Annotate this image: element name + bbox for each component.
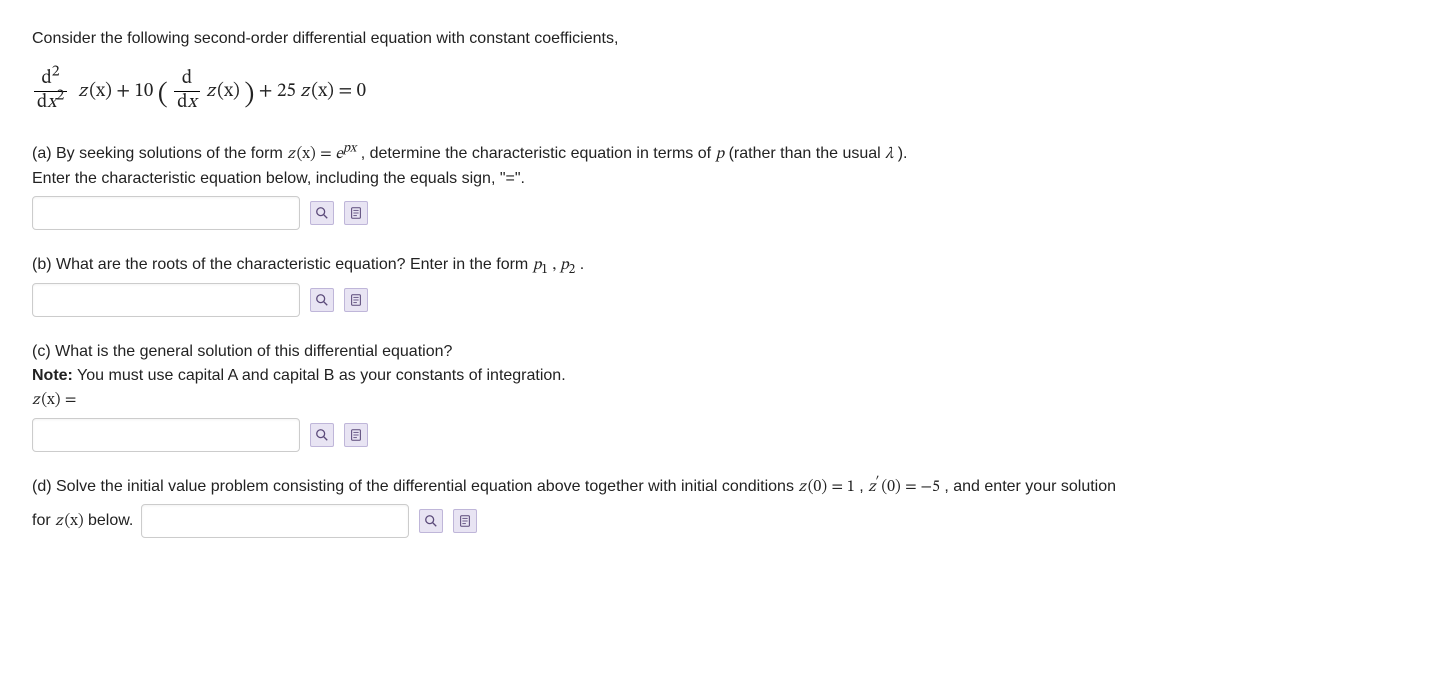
part-d-line2: for z (x) below.	[32, 504, 1424, 538]
part-c-prompt-line1: (c) What is the general solution of this…	[32, 341, 1424, 363]
part-b-input[interactable]	[32, 283, 300, 317]
part-d-prompt: (d) Solve the initial value problem cons…	[32, 476, 1424, 498]
help-icon[interactable]	[453, 509, 477, 533]
preview-icon[interactable]	[310, 288, 334, 312]
help-icon[interactable]	[344, 288, 368, 312]
part-b-answer-row	[32, 283, 1424, 317]
part-a-prompt: (a) By seeking solutions of the form z (…	[32, 143, 1424, 165]
help-icon[interactable]	[344, 423, 368, 447]
part-c-input[interactable]	[32, 418, 300, 452]
part-c-note: Note: You must use capital A and capital…	[32, 365, 1424, 387]
part-c-lhs: z (x) =	[32, 389, 1424, 411]
part-d-input[interactable]	[141, 504, 409, 538]
differential-equation: d2 dx2 z (x) + 10 ( d dx z (x) ) + 25 z …	[32, 68, 1424, 115]
part-a-answer-row	[32, 196, 1424, 230]
intro-span: Consider the following second-order diff…	[32, 30, 618, 47]
preview-icon[interactable]	[310, 423, 334, 447]
part-a-prompt-line2: Enter the characteristic equation below,…	[32, 168, 1424, 190]
preview-icon[interactable]	[419, 509, 443, 533]
help-icon[interactable]	[344, 201, 368, 225]
intro-text: Consider the following second-order diff…	[32, 28, 1424, 50]
preview-icon[interactable]	[310, 201, 334, 225]
part-a-input[interactable]	[32, 196, 300, 230]
part-b-prompt: (b) What are the roots of the characteri…	[32, 254, 1424, 276]
part-c-answer-row	[32, 418, 1424, 452]
